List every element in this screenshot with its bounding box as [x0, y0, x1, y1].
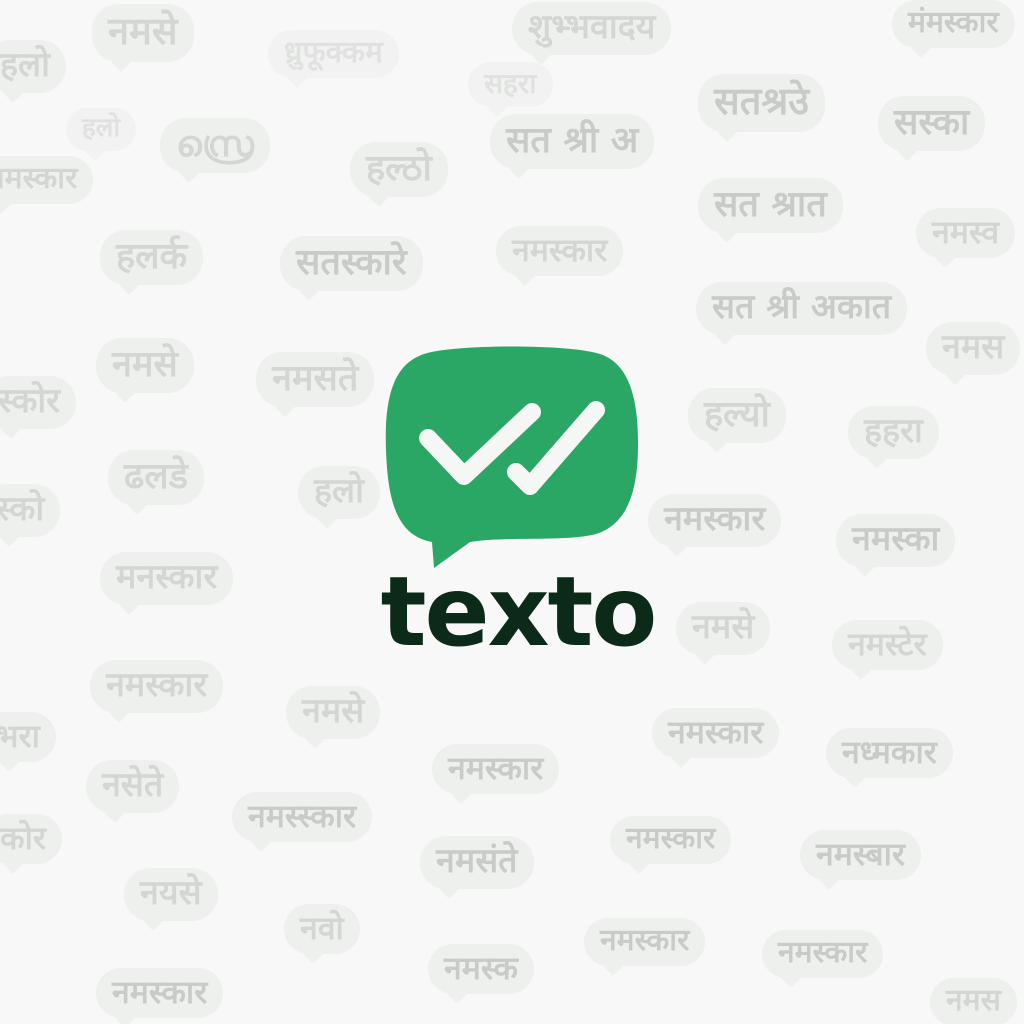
greeting-bubble: नमस्बार	[800, 830, 921, 880]
greeting-bubble: സ്രെ	[160, 118, 270, 173]
greeting-bubble: नमस्कार	[90, 660, 224, 713]
greeting-bubble: नमसे	[96, 338, 194, 393]
greeting-bubble: सतश्रउे	[698, 74, 826, 132]
greeting-bubble: हलो	[0, 40, 66, 93]
greeting-bubble: सस्का	[878, 96, 986, 151]
greeting-bubble: नमसे	[92, 4, 194, 62]
greeting-bubble: नवो	[284, 904, 360, 954]
greeting-bubble: नमस्कार	[648, 494, 782, 547]
greeting-bubble: नमस	[930, 978, 1017, 1024]
greeting-bubble: नमस्का	[836, 514, 956, 567]
greeting-bubble: स्को	[0, 484, 61, 537]
greeting-bubble: भरा	[0, 712, 56, 762]
greeting-bubble: नध्मकार	[826, 728, 953, 778]
greeting-bubble: नमसते	[256, 352, 375, 407]
greeting-bubble: हलो	[66, 108, 137, 151]
splash-screen: नमसे मंमस्कार शुभ्भवादय हलो ध्रुफूक्कम स…	[0, 0, 1024, 1024]
greeting-bubble: नमस्कार	[762, 930, 884, 978]
greeting-bubble: हल्ठो	[350, 142, 448, 197]
greeting-bubble: हलर्क	[100, 230, 204, 285]
greeting-bubble: सत श्रात	[698, 178, 843, 233]
greeting-bubble: नमस्कार	[96, 968, 224, 1018]
greeting-bubble: सत श्री अकात	[696, 282, 908, 335]
greeting-bubble: नमस्कार	[0, 156, 94, 204]
brand-wordmark: texto	[380, 556, 658, 668]
greeting-bubble: नमस्कार	[496, 226, 624, 276]
greeting-bubble: स्कोर	[0, 376, 77, 429]
greeting-bubble: नमस्कार	[652, 708, 780, 758]
greeting-bubble: हहरा	[848, 406, 939, 459]
greeting-bubble: नमस्स्कार	[232, 792, 373, 842]
greeting-bubble: नमस्क	[428, 944, 534, 994]
greeting-bubble: नमस्कार	[610, 816, 732, 864]
greeting-bubble: सतस्कारे	[280, 236, 423, 291]
greeting-bubble: हल्यो	[688, 388, 786, 443]
greeting-bubble: सत श्री अ	[490, 114, 655, 169]
greeting-bubble: सहरा	[468, 62, 553, 107]
greeting-bubble: नमस्कार	[432, 744, 560, 794]
greeting-bubble: नमसंते	[420, 836, 534, 889]
greeting-bubble: कोर	[0, 814, 62, 864]
greeting-bubble: नमसे	[286, 686, 381, 739]
greeting-bubble: नमस्टेर	[832, 620, 943, 670]
greeting-bubble: हलो	[298, 466, 380, 519]
chat-bubble-shape	[385, 346, 638, 568]
greeting-bubble: नयसे	[124, 868, 218, 921]
greeting-bubble: ढलडे	[108, 450, 204, 505]
greeting-bubble: नमस्कार	[584, 918, 706, 966]
chat-bubble-double-check-icon	[385, 346, 638, 568]
greeting-bubble: नमस्व	[916, 208, 1016, 258]
greeting-bubble: ध्रुफूक्कम	[268, 30, 399, 78]
greeting-bubble: मंमस्कार	[892, 0, 1015, 48]
greeting-bubble: शुभ्भवादय	[512, 2, 672, 55]
greeting-bubble: नमस	[926, 322, 1021, 375]
greeting-bubble: नसेते	[86, 760, 180, 813]
greeting-bubble: मनस्कार	[100, 552, 234, 605]
